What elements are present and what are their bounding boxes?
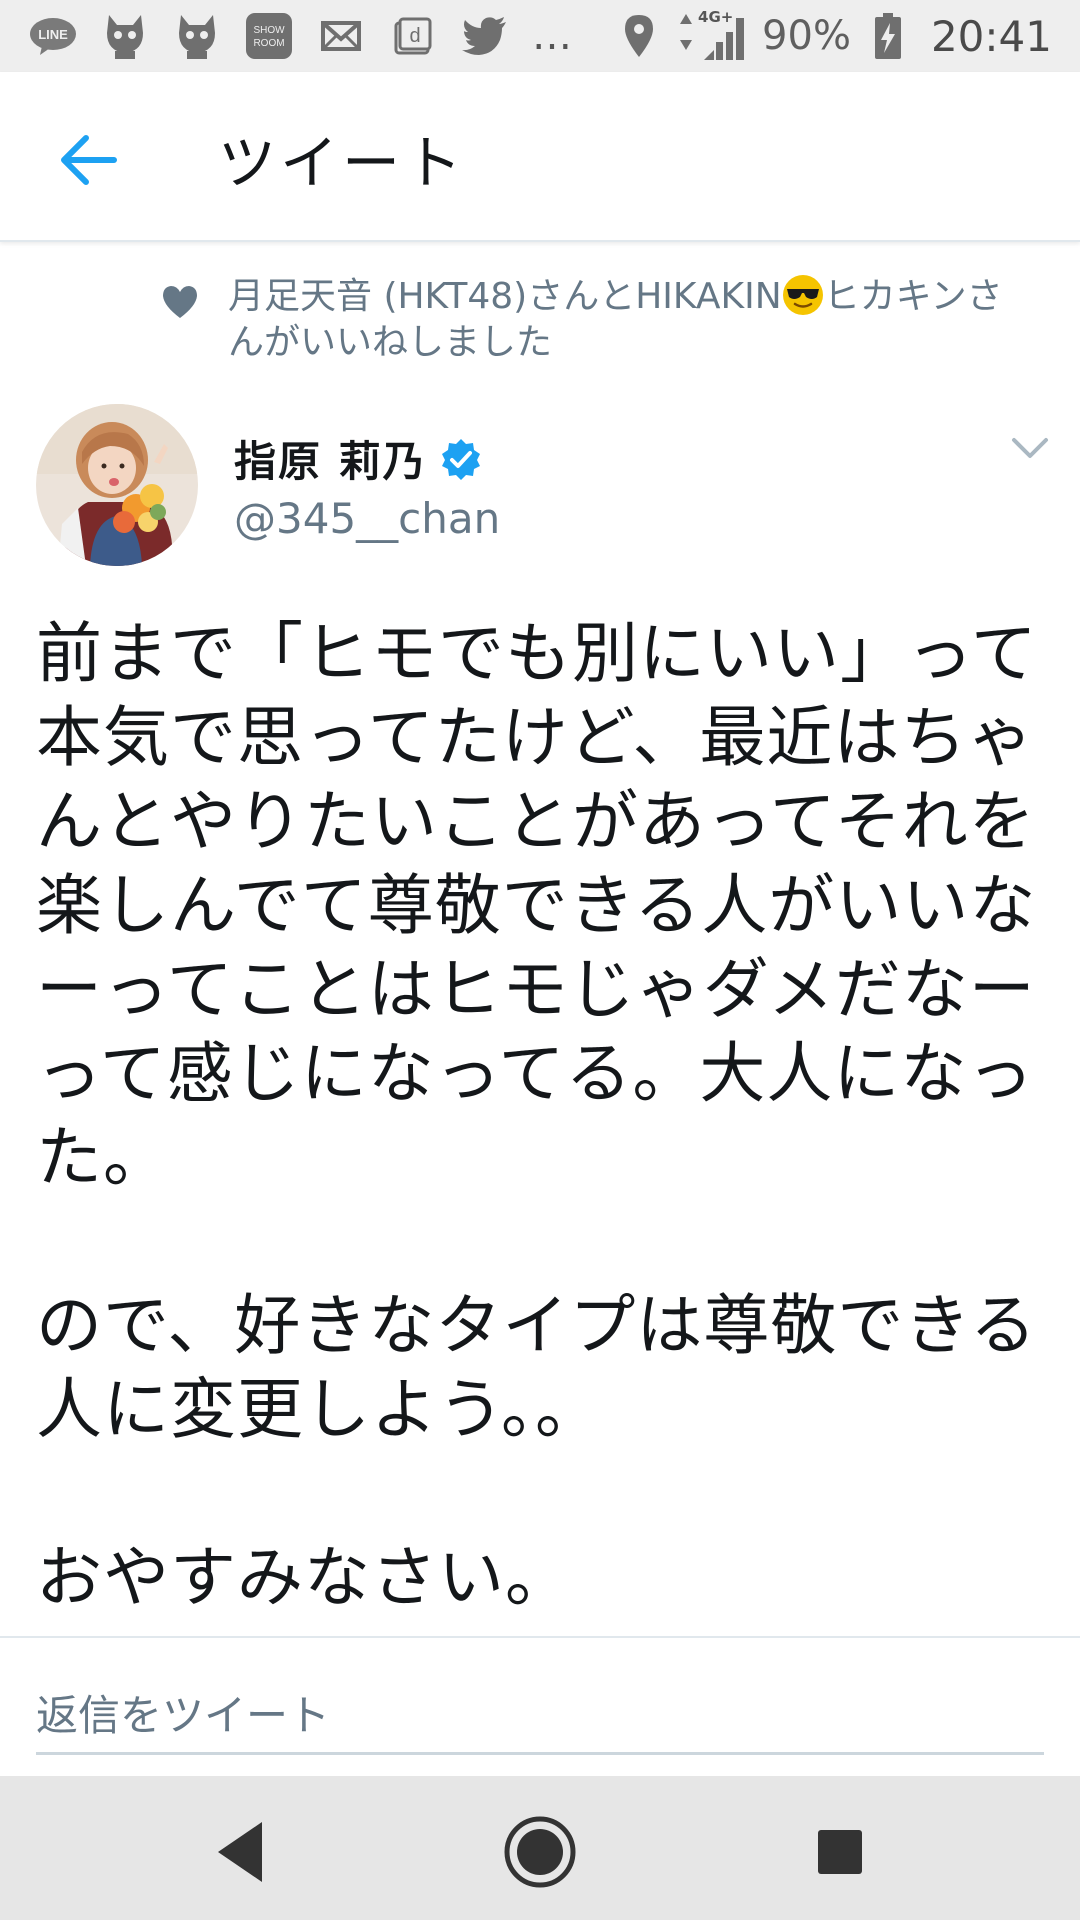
svg-text:LINE: LINE (38, 27, 68, 42)
reply-bar (0, 1636, 1080, 1778)
verified-badge-icon (441, 438, 480, 480)
signal-icon: 4G+ (676, 8, 750, 62)
username[interactable]: @345__chan (234, 494, 500, 543)
system-nav-bar (0, 1776, 1080, 1920)
tweet-text: 前まで「ヒモでも別にいい」って本気で思ってたけど、最近はちゃんとやりたいことがあ… (36, 615, 1038, 1616)
svg-text:d: d (409, 25, 420, 47)
avatar[interactable] (36, 404, 198, 566)
svg-text:ROOM: ROOM (253, 38, 284, 49)
profile-photo (36, 404, 198, 566)
chevron-down-icon[interactable] (1008, 432, 1052, 464)
more-notifications-indicator: … (532, 13, 574, 59)
system-status: 4G+ 90% 20:41 (614, 8, 1052, 62)
sunglasses-emoji-icon (782, 275, 823, 315)
back-arrow-icon (61, 135, 117, 185)
social-context[interactable]: 月足天音 (HKT48)さんとHIKAKIN ヒカキンさんがいいねしました (160, 274, 1030, 366)
clock: 20:41 (930, 11, 1052, 61)
d-app-icon: d (388, 11, 438, 61)
cat-mascot-icon (100, 11, 150, 61)
twitter-bird-icon (460, 11, 510, 61)
nav-recents-icon[interactable] (802, 1814, 878, 1890)
app-header: ツイート (0, 72, 1080, 242)
nav-home-icon[interactable] (502, 1814, 578, 1890)
back-button[interactable] (52, 124, 124, 196)
location-icon (614, 11, 664, 61)
showroom-icon: SHOW ROOM (244, 11, 294, 61)
cat-mascot-icon (172, 11, 222, 61)
liked-by-text-part1: 月足天音 (HKT48)さんとHIKAKIN (228, 276, 782, 317)
page-title: ツイート (218, 129, 467, 197)
notification-icons: LINE SHOW ROOM d … (28, 11, 574, 61)
battery-charging-icon (863, 11, 913, 61)
network-type-label: 4G+ (698, 8, 734, 26)
reply-input[interactable] (36, 1678, 1044, 1755)
display-name[interactable]: 指原 莉乃 (234, 428, 427, 489)
mail-icon (316, 11, 366, 61)
author-name-row: 指原 莉乃 (234, 428, 483, 489)
heart-icon (163, 286, 197, 318)
line-icon: LINE (28, 11, 78, 61)
nav-back-icon[interactable] (204, 1814, 280, 1890)
svg-text:SHOW: SHOW (253, 25, 285, 36)
status-bar: LINE SHOW ROOM d … 4G+ 90% 20:41 (0, 0, 1080, 72)
battery-percent: 90% (762, 13, 851, 59)
liked-by-text: 月足天音 (HKT48)さんとHIKAKIN ヒカキンさんがいいねしました (228, 274, 1028, 366)
